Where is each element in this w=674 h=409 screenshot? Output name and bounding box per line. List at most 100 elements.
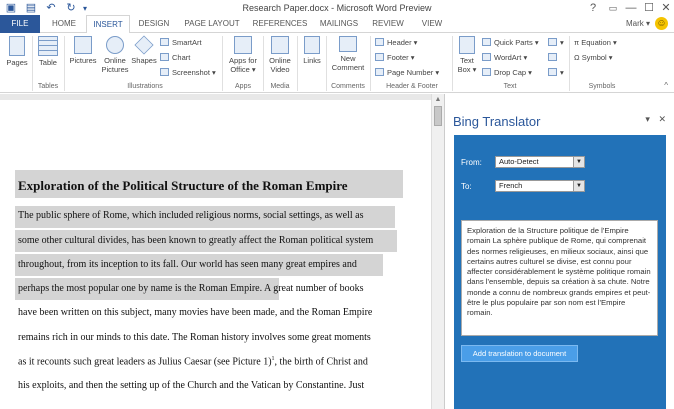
feedback-smiley-icon[interactable]: ☺ xyxy=(655,17,668,30)
footer-button[interactable]: Footer ▾ xyxy=(375,52,415,63)
pane-controls: ▾ ✕ xyxy=(639,114,666,125)
maximize-button[interactable]: ☐ xyxy=(641,1,657,15)
footer-label: Footer ▾ xyxy=(387,53,415,62)
tab-review[interactable]: REVIEW xyxy=(368,15,408,33)
tab-design[interactable]: DESIGN xyxy=(134,15,174,33)
collapse-ribbon-icon[interactable]: ^ xyxy=(664,81,668,90)
close-button[interactable]: ✕ xyxy=(658,1,674,15)
pane-close-icon[interactable]: ✕ xyxy=(658,114,666,124)
ribbon-tabs: FILE HOME INSERT DESIGN PAGE LAYOUT REFE… xyxy=(0,15,674,34)
online-pictures-label-2: Pictures xyxy=(101,65,129,74)
equation-button[interactable]: π Equation ▾ xyxy=(574,37,617,48)
tab-page-layout[interactable]: PAGE LAYOUT xyxy=(180,15,244,33)
tab-references[interactable]: REFERENCES xyxy=(250,15,310,33)
group-label-tables: Tables xyxy=(37,83,59,90)
table-label: Table xyxy=(39,58,57,67)
drop-cap-button[interactable]: Drop Cap ▾ xyxy=(482,67,532,78)
pane-options-icon[interactable]: ▾ xyxy=(645,114,650,124)
scroll-up-arrow-icon[interactable]: ▲ xyxy=(432,96,444,104)
online-video-label-1: Online xyxy=(269,56,291,65)
paragraph-line: his exploits, and then the setting up of… xyxy=(18,380,365,391)
bing-translator-pane: Bing Translator ▾ ✕ From: Auto-Detect ▼ … xyxy=(444,94,674,409)
pages-icon xyxy=(9,36,25,56)
tab-home[interactable]: HOME xyxy=(46,15,82,33)
tab-mailings[interactable]: MAILINGS xyxy=(316,15,362,33)
table-icon xyxy=(38,36,58,56)
tab-file[interactable]: FILE xyxy=(0,15,40,33)
page-gap xyxy=(0,94,433,100)
signature-line-button[interactable]: ▾ xyxy=(548,37,564,48)
tab-view[interactable]: VIEW xyxy=(414,15,450,33)
ribbon-separator xyxy=(569,36,570,91)
paragraph-line: The public sphere of Rome, which include… xyxy=(18,210,364,221)
group-label-illustrations: Illustrations xyxy=(127,83,163,90)
to-label: To: xyxy=(461,182,472,191)
group-label-media: Media xyxy=(270,83,290,90)
ribbon-display-button[interactable]: ▭ xyxy=(605,1,621,15)
translation-result[interactable]: Exploration de la Structure politique de… xyxy=(461,220,658,336)
paragraph-line: perhaps the most popular one by name is … xyxy=(18,283,364,294)
scroll-thumb[interactable] xyxy=(434,106,442,126)
online-pictures-icon xyxy=(106,36,124,54)
links-icon xyxy=(304,36,320,54)
ribbon-separator xyxy=(64,36,65,91)
page-number-button[interactable]: Page Number ▾ xyxy=(375,67,439,78)
to-language-select[interactable]: French ▼ xyxy=(495,180,585,192)
vertical-scrollbar[interactable]: ▲ xyxy=(431,94,444,409)
shapes-label: Shapes xyxy=(131,56,157,65)
quick-parts-button[interactable]: Quick Parts ▾ xyxy=(482,37,539,48)
screenshot-icon xyxy=(160,68,169,76)
chart-button[interactable]: Chart xyxy=(160,52,190,63)
apps-label-1: Apps for xyxy=(229,56,257,65)
pages-button[interactable]: Pages xyxy=(4,36,30,67)
shapes-icon xyxy=(134,35,154,55)
chart-label: Chart xyxy=(172,53,191,62)
wordart-button[interactable]: WordArt ▾ xyxy=(482,52,527,63)
group-label-header-footer: Header & Footer xyxy=(386,83,438,90)
add-translation-button[interactable]: Add translation to document xyxy=(461,345,578,362)
screenshot-button[interactable]: Screenshot ▾ xyxy=(160,67,216,78)
new-comment-button[interactable]: New Comment xyxy=(328,36,368,72)
paragraph-line: as it recounts such great leaders as Jul… xyxy=(18,356,368,367)
minimize-button[interactable]: — xyxy=(623,1,639,15)
signature-line-icon xyxy=(548,38,557,46)
help-button[interactable]: ? xyxy=(585,1,601,15)
chevron-down-icon: ▼ xyxy=(573,181,584,191)
ribbon-separator xyxy=(452,36,453,91)
online-video-button[interactable]: Online Video xyxy=(265,36,295,74)
shapes-button[interactable]: Shapes xyxy=(131,35,157,65)
table-button[interactable]: Table xyxy=(35,36,61,67)
text-box-button[interactable]: Text Box ▾ xyxy=(455,36,479,74)
apps-for-office-button[interactable]: Apps for Office ▾ xyxy=(226,36,260,74)
wordart-label: WordArt ▾ xyxy=(494,53,528,62)
translator-panel: From: Auto-Detect ▼ To: French ▼ Explora… xyxy=(454,135,666,409)
ribbon-separator xyxy=(370,36,371,91)
quick-parts-icon xyxy=(482,38,491,46)
ribbon: Pages Table Tables Pictures Online Pictu… xyxy=(0,33,674,93)
from-label: From: xyxy=(461,158,482,167)
tab-insert[interactable]: INSERT xyxy=(86,15,130,34)
new-comment-label-1: New xyxy=(340,54,356,63)
smartart-button[interactable]: SmartArt xyxy=(160,37,202,48)
user-account[interactable]: Mark ▾ xyxy=(626,15,650,33)
pictures-button[interactable]: Pictures xyxy=(67,36,99,65)
from-language-select[interactable]: Auto-Detect ▼ xyxy=(495,156,585,168)
pages-label: Pages xyxy=(6,58,28,67)
ribbon-separator xyxy=(222,36,223,91)
ribbon-separator xyxy=(297,36,298,91)
paragraph-line: have been written on this subject, many … xyxy=(18,307,373,318)
apps-icon xyxy=(234,36,252,54)
pictures-label: Pictures xyxy=(69,56,97,65)
links-button[interactable]: Links xyxy=(300,36,324,65)
chart-icon xyxy=(160,53,169,61)
header-button[interactable]: Header ▾ xyxy=(375,37,417,48)
drop-cap-label: Drop Cap ▾ xyxy=(494,68,532,77)
paragraph-line-text: as it recounts such great leaders as Jul… xyxy=(18,356,272,368)
screenshot-label: Screenshot ▾ xyxy=(172,68,216,77)
object-button[interactable]: ▾ xyxy=(548,67,564,78)
date-time-button[interactable] xyxy=(548,52,560,63)
smartart-label: SmartArt xyxy=(172,38,202,47)
from-language-value: Auto-Detect xyxy=(499,157,539,166)
online-pictures-button[interactable]: Online Pictures xyxy=(100,36,130,74)
symbol-button[interactable]: Ω Symbol ▾ xyxy=(574,52,613,63)
